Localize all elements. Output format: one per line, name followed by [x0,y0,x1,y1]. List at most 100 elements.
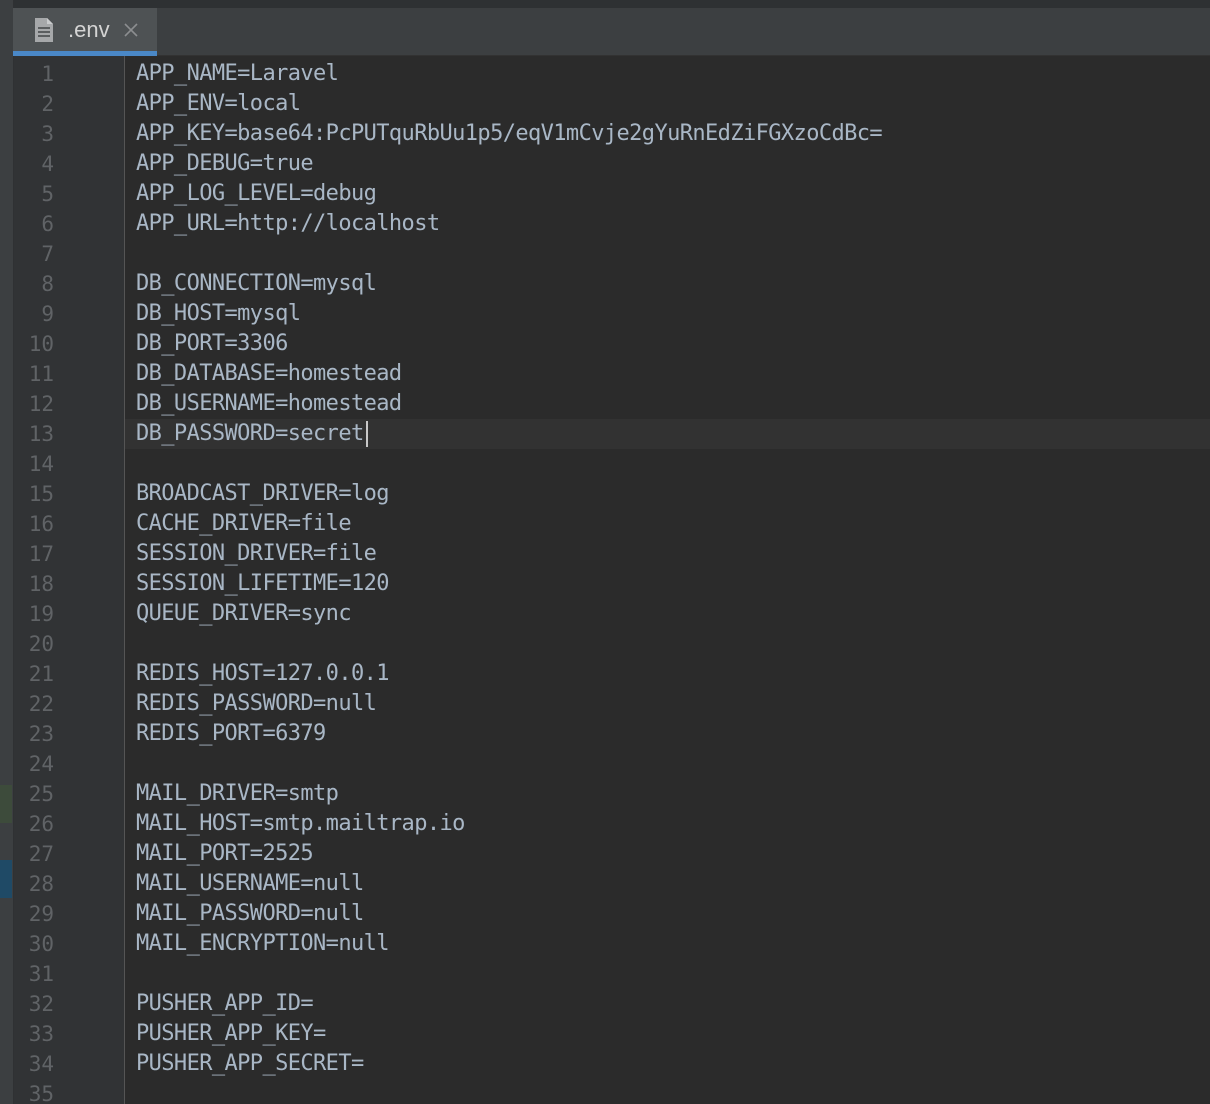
line-number: 21 [28,662,54,686]
line-number: 14 [28,452,54,476]
code-line[interactable]: MAIL_ENCRYPTION=null [136,929,882,959]
code-line-text: MAIL_PASSWORD=null [136,901,364,926]
code-line[interactable]: PUSHER_APP_ID= [136,989,882,1019]
line-number: 20 [28,632,54,656]
code-line-text: REDIS_HOST=127.0.0.1 [136,661,390,686]
code-line[interactable]: SESSION_LIFETIME=120 [136,569,882,599]
line-number: 11 [28,362,54,386]
code-line[interactable]: REDIS_PORT=6379 [136,719,882,749]
line-number: 26 [28,812,54,836]
code-line-text: PUSHER_APP_ID= [136,991,314,1016]
tab-bar [0,0,1210,56]
line-number: 13 [28,422,54,446]
line-number: 9 [41,302,54,326]
line-number: 33 [28,1022,54,1046]
code-line[interactable] [136,1079,882,1104]
tab-env-file[interactable]: .env [13,8,157,56]
code-line[interactable]: APP_ENV=local [136,89,882,119]
editor-window: .env 1 2 3 4 5 6 7 8 9 10 11 12 13 14 15 16 17 18 19 20 21 22… [0,0,1210,1104]
strip-marker-change [0,785,12,823]
code-line[interactable]: MAIL_USERNAME=null [136,869,882,899]
code-line[interactable]: PUSHER_APP_KEY= [136,1019,882,1049]
code-line[interactable]: DB_PORT=3306 [136,329,882,359]
line-number: 4 [41,152,54,176]
line-number: 3 [41,122,54,146]
code-line-text: APP_ENV=local [136,91,301,116]
code-line[interactable]: MAIL_HOST=smtp.mailtrap.io [136,809,882,839]
line-number: 28 [28,872,54,896]
code-line[interactable]: APP_KEY=base64:PcPUTquRbUu1p5/eqV1mCvje2… [136,119,883,149]
line-number: 16 [28,512,54,536]
code-line[interactable]: CACHE_DRIVER=file [136,509,882,539]
code-line[interactable]: BROADCAST_DRIVER=log [136,479,882,509]
line-number: 25 [28,782,54,806]
line-number: 32 [28,992,54,1016]
code-line-text: QUEUE_DRIVER=sync [136,601,352,626]
code-line-text: CACHE_DRIVER=file [136,511,352,536]
code-line[interactable]: MAIL_DRIVER=smtp [136,779,882,809]
code-line-text: APP_LOG_LEVEL=debug [136,181,377,206]
code-line-text: DB_USERNAME=homestead [136,391,402,416]
code-line-text: SESSION_DRIVER=file [136,541,377,566]
code-line[interactable]: QUEUE_DRIVER=sync [136,599,882,629]
code-line[interactable]: PUSHER_APP_SECRET= [136,1049,882,1079]
code-line[interactable]: APP_URL=http://localhost [136,209,882,239]
code-line-text: APP_DEBUG=true [136,151,314,176]
code-line[interactable]: MAIL_PORT=2525 [136,839,882,869]
code-line-text: APP_NAME=Laravel [136,61,339,86]
code-lines[interactable]: APP_NAME=Laravel APP_ENV=local APP_KEY=bas… [136,59,883,1104]
line-number: 12 [28,392,54,416]
line-number: 15 [28,482,54,506]
code-line[interactable] [136,629,882,659]
line-number: 6 [41,212,54,236]
code-line[interactable]: DB_CONNECTION=mysql [136,269,882,299]
code-line[interactable] [136,749,882,779]
code-line[interactable]: DB_PASSWORD=secret [136,419,882,449]
line-number: 29 [28,902,54,926]
line-number: 22 [28,692,54,716]
line-number: 18 [28,572,54,596]
code-line-text: SESSION_LIFETIME=120 [136,571,390,596]
line-number: 2 [41,92,54,116]
line-number: 10 [28,332,54,356]
code-line-text: MAIL_HOST=smtp.mailtrap.io [136,811,465,836]
code-line[interactable]: DB_USERNAME=homestead [136,389,882,419]
code-line[interactable]: MAIL_PASSWORD=null [136,899,882,929]
text-caret [365,421,368,447]
close-icon[interactable] [122,21,140,39]
code-line-text: PUSHER_APP_SECRET= [136,1051,364,1076]
code-line-text: REDIS_PASSWORD=null [136,691,377,716]
code-line[interactable]: REDIS_PASSWORD=null [136,689,882,719]
gutter-divider [124,56,125,1104]
code-line[interactable] [136,239,882,269]
code-line[interactable] [136,959,882,989]
code-line[interactable]: DB_HOST=mysql [136,299,882,329]
line-number: 30 [28,932,54,956]
code-line[interactable] [136,449,882,479]
line-number: 35 [28,1082,54,1104]
code-line-text: MAIL_ENCRYPTION=null [136,931,390,956]
code-line[interactable]: SESSION_DRIVER=file [136,539,882,569]
code-line[interactable]: APP_NAME=Laravel [136,59,882,89]
code-line[interactable]: APP_LOG_LEVEL=debug [136,179,882,209]
line-number: 17 [28,542,54,566]
code-line-text: DB_HOST=mysql [136,301,301,326]
code-line-text: PUSHER_APP_KEY= [136,1021,326,1046]
code-line-text: APP_KEY=base64:PcPUTquRbUu1p5/eqV1mCvje2… [136,121,883,146]
code-line-text: DB_PASSWORD=secret [136,421,364,446]
line-number: 7 [41,242,54,266]
code-line-text: DB_DATABASE=homestead [136,361,402,386]
line-numbers: 1 2 3 4 5 6 7 8 9 10 11 12 13 14 15 16 17 18 19 20 21 22 23 24 2… [14,59,54,1104]
line-number: 23 [28,722,54,746]
code-line[interactable]: APP_DEBUG=true [136,149,882,179]
line-number: 34 [28,1052,54,1076]
line-number: 27 [28,842,54,866]
code-line-text: MAIL_PORT=2525 [136,841,314,866]
code-editor[interactable]: 1 2 3 4 5 6 7 8 9 10 11 12 13 14 15 16 17 18 19 20 21 22 23 24 2… [14,56,1210,1104]
tab-label: .env [68,16,110,42]
line-number: 1 [41,62,54,86]
code-line[interactable]: REDIS_HOST=127.0.0.1 [136,659,882,689]
code-line-text: BROADCAST_DRIVER=log [136,481,390,506]
code-line-text: DB_CONNECTION=mysql [136,271,377,296]
code-line[interactable]: DB_DATABASE=homestead [136,359,882,389]
